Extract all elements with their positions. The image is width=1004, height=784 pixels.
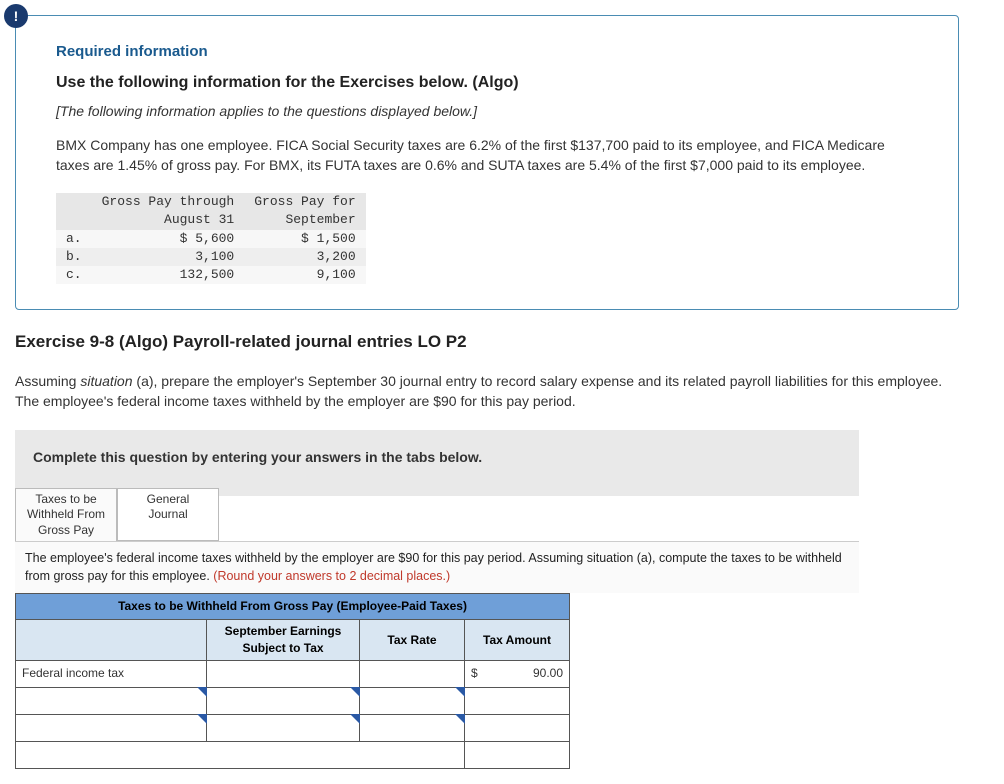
tab-instruction-bar: The employee's federal income taxes with… bbox=[15, 541, 859, 593]
total-amount-cell[interactable] bbox=[465, 741, 570, 768]
gp-cell: 9,100 bbox=[244, 266, 365, 284]
info-badge-icon: ! bbox=[4, 4, 28, 28]
tab-line: General bbox=[147, 492, 190, 506]
exercise-text-pre: Assuming bbox=[15, 373, 80, 389]
table-row-total bbox=[16, 741, 570, 768]
gp-cell: $ 5,600 bbox=[92, 230, 245, 248]
amount-cell[interactable] bbox=[465, 714, 570, 741]
gp-head-sep: Gross Pay for September bbox=[244, 193, 365, 229]
rounding-note: (Round your answers to 2 decimal places.… bbox=[213, 569, 450, 583]
gp-row-c: c. 132,500 9,100 bbox=[56, 266, 366, 284]
total-label-cell bbox=[16, 741, 465, 768]
col-head-amount: Tax Amount bbox=[465, 620, 570, 661]
tax-type-dropdown[interactable] bbox=[16, 714, 207, 741]
exercise-situation-word: situation bbox=[80, 373, 132, 389]
exercise-instructions: Assuming situation (a), prepare the empl… bbox=[15, 372, 959, 411]
amount-cell[interactable] bbox=[465, 687, 570, 714]
gp-row-label: b. bbox=[56, 248, 92, 266]
amount-value: 90.00 bbox=[533, 665, 563, 682]
tab-line: Journal bbox=[148, 507, 187, 521]
gp-row-b: b. 3,100 3,200 bbox=[56, 248, 366, 266]
withholding-table: Taxes to be Withheld From Gross Pay (Emp… bbox=[15, 593, 570, 768]
gp-cell: 132,500 bbox=[92, 266, 245, 284]
col-head-earnings: September Earnings Subject to Tax bbox=[207, 620, 360, 661]
required-information-box: ! Required information Use the following… bbox=[15, 15, 959, 310]
amount-symbol: $ bbox=[471, 665, 478, 682]
gp-row-a: a. $ 5,600 $ 1,500 bbox=[56, 230, 366, 248]
rate-dropdown[interactable] bbox=[360, 714, 465, 741]
earnings-dropdown[interactable] bbox=[207, 687, 360, 714]
scenario-paragraph: BMX Company has one employee. FICA Socia… bbox=[56, 136, 918, 175]
gp-cell: 3,100 bbox=[92, 248, 245, 266]
table-row bbox=[16, 687, 570, 714]
col-head-rate: Tax Rate bbox=[360, 620, 465, 661]
tab-line: Taxes to be bbox=[35, 492, 96, 506]
table-row bbox=[16, 714, 570, 741]
answer-tabs: Taxes to be Withheld From Gross Pay Gene… bbox=[15, 488, 989, 542]
gp-row-label: c. bbox=[56, 266, 92, 284]
tab-line: Withheld From bbox=[27, 507, 105, 521]
exercise-title: Exercise 9-8 (Algo) Payroll-related jour… bbox=[15, 330, 989, 354]
tab-taxes-withheld[interactable]: Taxes to be Withheld From Gross Pay bbox=[15, 488, 117, 542]
gp-cell: 3,200 bbox=[244, 248, 365, 266]
withhold-title: Taxes to be Withheld From Gross Pay (Emp… bbox=[16, 594, 570, 620]
applies-note: [The following information applies to th… bbox=[56, 102, 918, 122]
answer-panel: Complete this question by entering your … bbox=[15, 429, 859, 496]
gp-head-aug: Gross Pay through August 31 bbox=[92, 193, 245, 229]
tax-type-dropdown[interactable] bbox=[16, 687, 207, 714]
col-head-blank bbox=[16, 620, 207, 661]
gp-blank-header bbox=[56, 193, 92, 229]
gp-cell: $ 1,500 bbox=[244, 230, 365, 248]
gp-row-label: a. bbox=[56, 230, 92, 248]
earnings-input[interactable] bbox=[207, 660, 360, 687]
complete-instructions: Complete this question by entering your … bbox=[15, 430, 859, 496]
rate-dropdown[interactable] bbox=[360, 687, 465, 714]
table-row: Federal income tax $ 90.00 bbox=[16, 660, 570, 687]
use-following-heading: Use the following information for the Ex… bbox=[56, 72, 918, 94]
exercise-text-post: (a), prepare the employer's September 30… bbox=[15, 373, 942, 409]
row-desc-federal: Federal income tax bbox=[16, 660, 207, 687]
gross-pay-table: Gross Pay through August 31 Gross Pay fo… bbox=[56, 193, 366, 284]
earnings-dropdown[interactable] bbox=[207, 714, 360, 741]
required-information-heading: Required information bbox=[56, 41, 918, 62]
tab-line: Gross Pay bbox=[38, 523, 94, 537]
rate-input[interactable] bbox=[360, 660, 465, 687]
amount-cell[interactable]: $ 90.00 bbox=[465, 660, 570, 687]
tab-general-journal[interactable]: General Journal bbox=[117, 488, 219, 542]
